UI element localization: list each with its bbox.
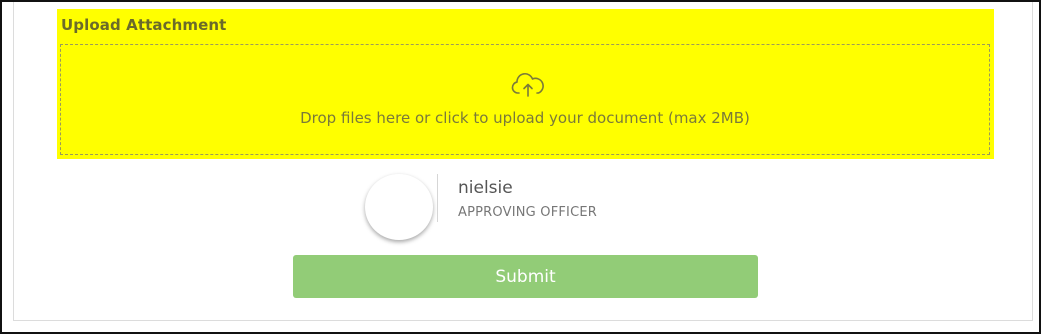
file-dropzone[interactable]: Drop files here or click to upload your …: [60, 44, 990, 155]
upload-attachment-section: Upload Attachment Drop files here or cli…: [57, 9, 994, 159]
user-name: nielsie: [458, 178, 513, 198]
divider: [437, 174, 438, 222]
cloud-upload-icon: [511, 72, 544, 97]
avatar: [365, 174, 433, 240]
dropzone-instructions: Drop files here or click to upload your …: [300, 109, 750, 127]
approver-block: nielsie APPROVING OFFICER: [364, 174, 664, 244]
user-role: APPROVING OFFICER: [458, 205, 598, 220]
submit-button[interactable]: Submit: [293, 255, 758, 298]
form-frame: Upload Attachment Drop files here or cli…: [0, 0, 1041, 334]
upload-attachment-title: Upload Attachment: [61, 16, 227, 34]
